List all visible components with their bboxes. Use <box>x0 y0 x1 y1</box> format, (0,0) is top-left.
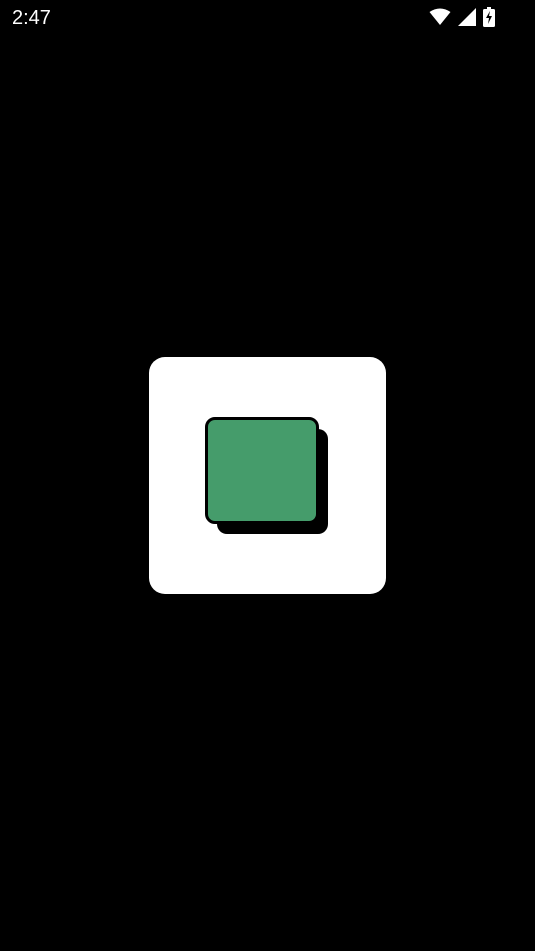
wifi-icon <box>429 8 451 26</box>
splash-card <box>149 357 386 594</box>
app-logo-square <box>205 417 319 524</box>
status-time: 2:47 <box>12 7 51 29</box>
battery-charging-icon <box>483 7 495 27</box>
status-bar: 2:47 <box>0 0 535 36</box>
status-icons <box>429 7 495 27</box>
app-logo-icon <box>205 417 333 539</box>
cellular-signal-icon <box>457 8 477 26</box>
